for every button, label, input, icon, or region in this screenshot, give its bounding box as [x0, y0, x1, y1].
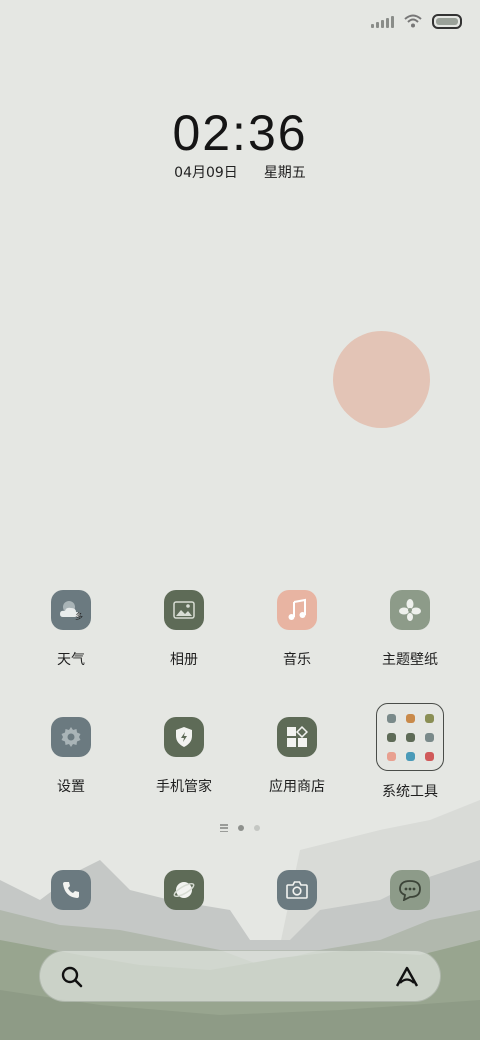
- music-icon: [277, 590, 317, 630]
- app-weather[interactable]: 多 天气: [21, 590, 121, 669]
- battery-icon: [432, 13, 462, 29]
- page-indicator[interactable]: [0, 824, 480, 832]
- app-store[interactable]: 应用商店: [247, 717, 347, 796]
- assistant-icon[interactable]: [394, 964, 420, 990]
- date-text: 04月09日: [174, 165, 238, 181]
- app-label: 相册: [170, 652, 198, 668]
- folder-preview-app-icon: [424, 751, 434, 761]
- clock-time[interactable]: 02:36: [0, 104, 480, 162]
- folder-preview-app-icon: [405, 732, 415, 742]
- security-icon: [164, 717, 204, 757]
- wallpaper-sun: [333, 331, 430, 428]
- search-bar[interactable]: [39, 950, 441, 1002]
- page-dot: [254, 825, 260, 831]
- app-label: 主题壁纸: [382, 652, 438, 668]
- app-security[interactable]: 手机管家: [134, 717, 234, 796]
- page-dot-active: [238, 825, 244, 831]
- app-themes[interactable]: 主题壁纸: [360, 590, 460, 669]
- app-label: 音乐: [283, 652, 311, 668]
- app-label: 设置: [57, 779, 85, 795]
- folder-preview-app-icon: [386, 732, 396, 742]
- home-list-icon: [220, 824, 228, 832]
- signal-icon: [371, 14, 394, 28]
- folder-preview-app-icon: [424, 713, 434, 723]
- app-label: 手机管家: [156, 779, 212, 795]
- dock-phone[interactable]: [51, 870, 91, 910]
- dock-camera[interactable]: [277, 870, 317, 910]
- app-music[interactable]: 音乐: [247, 590, 347, 669]
- app-label: 系统工具: [382, 784, 438, 800]
- phone-icon: [63, 882, 79, 898]
- dock-messages[interactable]: [390, 870, 430, 910]
- folder-preview-app-icon: [424, 732, 434, 742]
- app-gallery[interactable]: 相册: [134, 590, 234, 669]
- camera-icon: [286, 881, 308, 899]
- folder-icon: [376, 703, 444, 771]
- weather-icon: 多: [51, 590, 91, 630]
- app-label: 应用商店: [269, 779, 325, 795]
- gallery-icon: [164, 590, 204, 630]
- themes-icon: [390, 590, 430, 630]
- search-icon[interactable]: [60, 965, 84, 989]
- app-folder-system-tools[interactable]: 系统工具: [360, 703, 460, 801]
- app-settings[interactable]: 设置: [21, 717, 121, 796]
- folder-preview-app-icon: [405, 713, 415, 723]
- folder-preview-app-icon: [386, 713, 396, 723]
- folder-preview-app-icon: [386, 751, 396, 761]
- svg-text:多: 多: [75, 611, 83, 621]
- date-line: 04月09日 星期五: [0, 162, 480, 182]
- browser-icon: [173, 882, 195, 898]
- wifi-icon: [404, 14, 422, 28]
- weekday-text: 星期五: [263, 165, 306, 181]
- messages-icon: [399, 880, 421, 901]
- app-label: 天气: [57, 652, 85, 668]
- settings-icon: [51, 717, 91, 757]
- folder-preview-app-icon: [405, 751, 415, 761]
- app-store-icon: [277, 717, 317, 757]
- status-bar: [371, 10, 462, 32]
- dock-browser[interactable]: [164, 870, 204, 910]
